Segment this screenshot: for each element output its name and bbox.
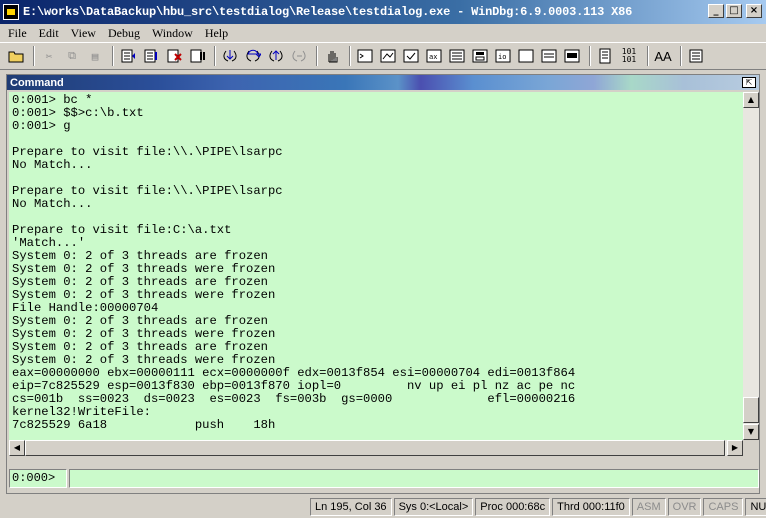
status-process: Proc 000:68c: [475, 498, 551, 516]
toolbar-separator: [680, 46, 682, 66]
step-into-icon[interactable]: [220, 46, 240, 66]
svg-text:ax: ax: [429, 53, 437, 61]
command-prompt-row: 0:000>: [9, 469, 759, 489]
toolbar-separator: [112, 46, 114, 66]
font-icon[interactable]: AA: [653, 46, 673, 66]
output-line: Prepare to visit file:\\.\PIPE\lsarpc: [12, 184, 283, 198]
watch-window-icon[interactable]: [378, 46, 398, 66]
go-icon[interactable]: [118, 46, 138, 66]
undock-icon[interactable]: ⇱: [742, 77, 756, 88]
memory-window-icon[interactable]: [447, 46, 467, 66]
step-over-icon[interactable]: [243, 46, 263, 66]
scroll-left-button[interactable]: ◀: [9, 440, 25, 456]
output-line: No Match...: [12, 197, 93, 211]
toolbar-separator: [647, 46, 649, 66]
binary-icon[interactable]: 101 101: [618, 46, 640, 66]
status-position: Ln 195, Col 36: [310, 498, 392, 516]
status-num: NUM: [745, 498, 766, 516]
options-icon[interactable]: [686, 46, 706, 66]
disassembly-window-icon[interactable]: io: [493, 46, 513, 66]
status-asm: ASM: [631, 498, 666, 516]
toolbar: ✂ ⧉ ▤ ax io 101 101 AA: [0, 42, 766, 70]
stop-debugging-icon[interactable]: [164, 46, 184, 66]
status-system: Sys 0:<Local>: [393, 498, 474, 516]
source-window-icon[interactable]: [562, 46, 582, 66]
command-window-title: Command: [10, 76, 64, 89]
scroll-up-button[interactable]: ▲: [743, 92, 759, 108]
locals-window-icon[interactable]: [401, 46, 421, 66]
output-line: Prepare to visit file:\\.\PIPE\lsarpc: [12, 145, 283, 159]
prompt-label: 0:000>: [9, 469, 67, 488]
menu-bar: File Edit View Debug Window Help: [0, 24, 766, 42]
status-bar: Ln 195, Col 36 Sys 0:<Local> Proc 000:68…: [0, 496, 766, 518]
menu-file[interactable]: File: [2, 26, 33, 41]
source-mode-icon[interactable]: [595, 46, 615, 66]
restart-icon[interactable]: [141, 46, 161, 66]
title-bar: E:\works\DataBackup\hbu_src\testdialog\R…: [0, 0, 766, 24]
toolbar-separator: [349, 46, 351, 66]
svg-text:io: io: [498, 53, 506, 61]
windbg-app-icon[interactable]: [3, 4, 19, 20]
command-input[interactable]: [69, 469, 759, 488]
hand-icon[interactable]: [322, 46, 342, 66]
horizontal-scroll-thumb[interactable]: [25, 440, 725, 456]
status-ovr: OVR: [667, 498, 702, 516]
output-line: 7c825529 6a18 push 18h: [12, 418, 276, 432]
menu-help[interactable]: Help: [199, 26, 234, 41]
menu-view[interactable]: View: [65, 26, 102, 41]
open-icon[interactable]: [6, 46, 26, 66]
toolbar-separator: [214, 46, 216, 66]
scroll-right-button[interactable]: ▶: [727, 440, 743, 456]
command-window-icon[interactable]: [355, 46, 375, 66]
processes-threads-icon[interactable]: [539, 46, 559, 66]
status-thread: Thrd 000:11f0: [552, 498, 630, 516]
menu-debug[interactable]: Debug: [102, 26, 146, 41]
window-title: E:\works\DataBackup\hbu_src\testdialog\R…: [23, 5, 633, 19]
copy-icon[interactable]: ⧉: [62, 46, 82, 66]
command-window-caption[interactable]: Command ⇱: [7, 75, 759, 90]
break-icon[interactable]: [187, 46, 207, 66]
toolbar-separator: [316, 46, 318, 66]
call-stack-window-icon[interactable]: [470, 46, 490, 66]
toolbar-separator: [33, 46, 35, 66]
minimize-button[interactable]: _: [708, 4, 724, 18]
command-window: Command ⇱ 0:001> bc * 0:001> $$>c:\b.txt 0…: [6, 74, 760, 494]
horizontal-scrollbar[interactable]: ◀ ▶: [9, 440, 743, 456]
step-out-icon[interactable]: [266, 46, 286, 66]
paste-icon[interactable]: ▤: [85, 46, 105, 66]
output-line: 0:001> g: [12, 119, 71, 133]
cut-icon[interactable]: ✂: [39, 46, 59, 66]
scratch-pad-icon[interactable]: [516, 46, 536, 66]
command-output[interactable]: 0:001> bc * 0:001> $$>c:\b.txt 0:001> g Pre…: [9, 92, 743, 440]
vertical-scroll-thumb[interactable]: [743, 397, 759, 423]
output-line: 0:001> $$>c:\b.txt: [12, 106, 144, 120]
registers-window-icon[interactable]: ax: [424, 46, 444, 66]
menu-edit[interactable]: Edit: [33, 26, 65, 41]
run-to-cursor-icon[interactable]: [289, 46, 309, 66]
close-button[interactable]: ×: [746, 4, 762, 18]
toolbar-separator: [589, 46, 591, 66]
scroll-down-button[interactable]: ▼: [743, 424, 759, 440]
status-caps: CAPS: [703, 498, 744, 516]
maximize-button[interactable]: □: [726, 4, 742, 18]
output-line: Prepare to visit file:C:\a.txt: [12, 223, 232, 237]
vertical-scrollbar[interactable]: ▲ ▼: [743, 92, 759, 440]
menu-window[interactable]: Window: [146, 26, 199, 41]
output-line: No Match...: [12, 158, 93, 172]
